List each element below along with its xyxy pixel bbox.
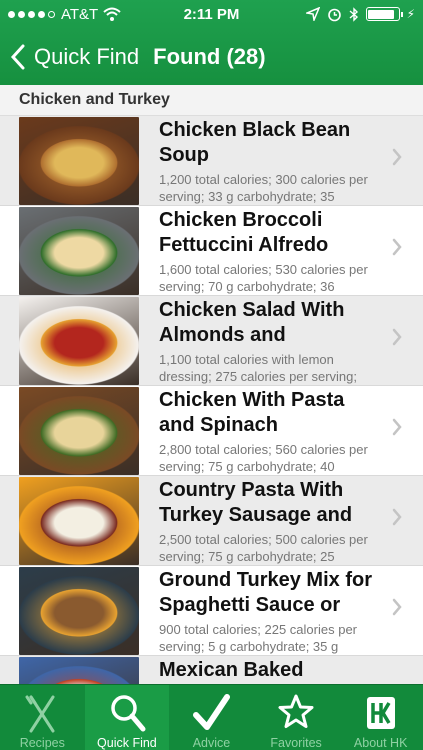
section-header: Chicken and Turkey [0, 85, 423, 116]
recipe-text: Chicken Broccoli Fettuccini Alfredo 1,600… [159, 206, 379, 295]
chevron-right-icon [392, 328, 402, 346]
signal-dot [48, 10, 55, 18]
recipe-row[interactable]: Chicken With Pasta and Spinach 2,800 tota… [0, 386, 423, 476]
star-icon [278, 694, 314, 728]
recipe-description: 900 total calories; 225 calories per ser… [159, 622, 358, 654]
chevron-right-icon [392, 508, 402, 526]
back-button-label: Quick Find [34, 43, 140, 69]
chevron-right-icon [392, 148, 402, 166]
tab-bar: Recipes Quick Find Advice Favorites About HK [0, 684, 423, 750]
signal-dot [28, 10, 35, 18]
turkey-container-photo [19, 567, 139, 655]
pasta-beans-photo [19, 477, 139, 565]
recipe-title: Chicken Broccoli Fettuccini Alfredo [159, 209, 329, 256]
tab-label: Quick Find [97, 736, 157, 750]
recipe-row[interactable]: Chicken Salad With Almonds and 1,100 tota… [0, 296, 423, 386]
bluetooth-icon [349, 6, 358, 22]
chevron-right-icon [392, 418, 402, 436]
magnifier-icon [111, 695, 146, 732]
carrier-name: AT&T [61, 5, 99, 23]
navigation-bar: Quick Find Found (28) [0, 28, 423, 85]
signal-dot [8, 10, 15, 18]
recipe-row[interactable]: Ground Turkey Mix for Spaghetti Sauce or… [0, 566, 423, 656]
recipe-description: 1,200 total calories; 300 calories per s… [159, 172, 368, 204]
tab-about-hk[interactable]: About HK [338, 685, 423, 750]
recipe-title: Country Pasta With Turkey Sausage and [159, 479, 353, 526]
recipe-list[interactable]: Chicken Black Bean Soup 1,200 total calor… [0, 116, 423, 684]
signal-dot [38, 10, 45, 18]
recipe-title: Chicken With Pasta and Spinach [159, 389, 345, 436]
signal-dot [18, 10, 25, 18]
tab-label: About HK [353, 736, 408, 750]
recipe-description: 1,600 total calories; 530 calories per s… [159, 262, 368, 294]
charging-bolt-icon: ⚡ [406, 7, 415, 21]
pasta-dish-photo [19, 207, 139, 295]
tab-recipes[interactable]: Recipes [0, 685, 85, 750]
chevron-right-icon [392, 238, 402, 256]
recipe-text: Mexican Baked Chicken and Tortillas [159, 656, 379, 684]
baked-dish-photo [19, 657, 139, 684]
recipe-description: 2,500 total calories; 500 calories per s… [159, 532, 368, 564]
tab-advice[interactable]: Advice [169, 685, 254, 750]
page-title: Found (28) [153, 43, 266, 69]
recipe-row[interactable]: Mexican Baked Chicken and Tortillas [0, 656, 423, 684]
recipe-row[interactable]: Country Pasta With Turkey Sausage and 2,5… [0, 476, 423, 566]
tab-label: Advice [192, 736, 231, 750]
recipe-row[interactable]: Chicken Broccoli Fettuccini Alfredo 1,600… [0, 206, 423, 296]
recipe-title: Ground Turkey Mix for Spaghetti Sauce or [159, 569, 372, 616]
hk-logo-icon [366, 697, 395, 729]
tab-favorites[interactable]: Favorites [254, 685, 339, 750]
recipe-title: Chicken Salad With Almonds and [159, 299, 345, 346]
wifi-icon [103, 7, 121, 21]
alarm-clock-icon [327, 8, 341, 21]
header: AT&T 2:11 PM ⚡ Quick Find Found (28) [0, 0, 423, 85]
recipe-title: Chicken Black Bean Soup [159, 119, 351, 166]
recipe-row[interactable]: Chicken Black Bean Soup 1,200 total calor… [0, 116, 423, 206]
salad-plate-photo [19, 297, 139, 385]
recipe-text: Chicken Black Bean Soup 1,200 total calor… [159, 116, 379, 205]
recipe-text: Chicken Salad With Almonds and 1,100 tota… [159, 296, 379, 385]
recipe-description: 2,800 total calories; 560 calories per s… [159, 442, 368, 474]
soup-bowl-photo [19, 117, 139, 205]
checkmark-icon [193, 694, 231, 730]
battery-icon [365, 7, 403, 21]
fork-knife-icon [25, 695, 55, 733]
tab-label: Favorites [270, 736, 322, 750]
pasta-spinach-photo [19, 387, 139, 475]
back-button[interactable]: Quick Find [10, 44, 139, 70]
status-bar: AT&T 2:11 PM ⚡ [0, 0, 423, 28]
recipe-description: 1,100 total calories with lemon dressing… [159, 352, 357, 384]
chevron-right-icon [392, 598, 402, 616]
recipe-title: Mexican Baked Chicken and Tortillas [159, 659, 304, 681]
recipe-text: Country Pasta With Turkey Sausage and 2,5… [159, 476, 379, 565]
tab-label: Recipes [19, 736, 65, 750]
recipe-text: Ground Turkey Mix for Spaghetti Sauce or… [159, 566, 379, 655]
tab-quick-find[interactable]: Quick Find [84, 685, 170, 750]
location-arrow-icon [305, 7, 320, 21]
signal-strength-icon [8, 10, 55, 18]
chevron-left-icon [10, 44, 25, 69]
recipe-text: Chicken With Pasta and Spinach 2,800 tota… [159, 386, 379, 475]
